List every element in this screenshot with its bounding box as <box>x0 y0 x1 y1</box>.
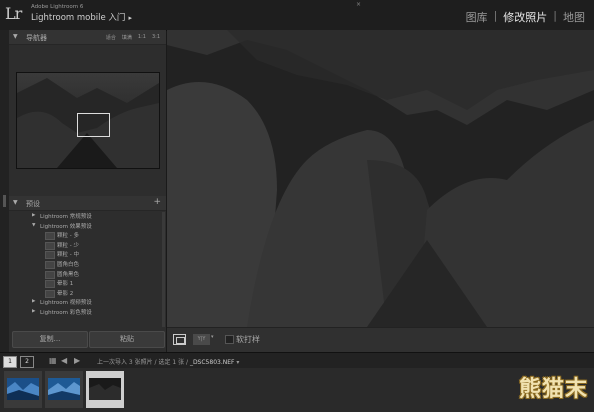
grid-view-icon[interactable]: ▦ <box>49 356 57 365</box>
preset-item[interactable]: 圆角黑色 <box>9 270 166 280</box>
softproof-label: 软打样 <box>236 335 260 344</box>
triangle-right-icon: ▶ <box>32 213 36 218</box>
preset-label: Lightroom 视频预设 <box>40 300 92 307</box>
triangle-right-icon: ▶ <box>32 308 36 314</box>
preset-label: 颗粒 - 中 <box>57 252 79 259</box>
preset-list: ▶ Lightroom 常规预设 ▼ Lightroom 效果预设 颗粒 - 多颗粒 -… <box>9 212 166 318</box>
zoom-fit[interactable]: 适合 <box>106 34 116 41</box>
preset-item[interactable]: 颗粒 - 中 <box>9 250 166 260</box>
navigator-header[interactable]: ▼ 导航器 适合 填满 1:1 3:1 <box>9 30 166 45</box>
filename: _DSC5803.NEF <box>189 359 235 366</box>
preset-label: 晕影 1 <box>57 281 74 288</box>
module-map[interactable]: 地图 <box>558 9 590 25</box>
chevron-down-icon: ▾ <box>236 359 240 366</box>
close-icon[interactable]: × <box>356 1 361 8</box>
collapse-triangle-icon: ▼ <box>13 199 18 206</box>
loupe-view-icon[interactable] <box>173 334 186 345</box>
preset-label: 圆角白色 <box>57 261 80 268</box>
navigator-preview[interactable] <box>16 72 160 169</box>
add-preset-icon[interactable]: + <box>153 197 161 207</box>
preset-icon <box>45 232 55 241</box>
preset-icon <box>45 280 55 289</box>
preset-item[interactable]: 圆角白色 <box>9 260 166 270</box>
filmstrip <box>0 368 594 412</box>
thumbnail-image <box>48 378 80 400</box>
preset-label: 颗粒 - 多 <box>57 233 79 240</box>
preset-scrollbar[interactable] <box>162 212 165 327</box>
presets-header[interactable]: ▼ 预设 + <box>9 196 166 211</box>
preset-icon <box>45 251 55 260</box>
develop-toolbar: Y|Y ▾ 软打样 <box>167 327 594 353</box>
preset-label: 晕影 2 <box>57 290 74 297</box>
preset-icon <box>45 241 55 250</box>
triangle-right-icon: ▶ <box>32 299 36 305</box>
navigator-zoom-box[interactable] <box>77 113 110 137</box>
module-develop[interactable]: 修改照片 <box>498 9 552 25</box>
lightroom-logo: Lr <box>5 4 22 23</box>
panel-toggle-handle[interactable] <box>3 195 6 207</box>
paste-button[interactable]: 粘贴 <box>89 331 165 348</box>
thumbnail-image <box>89 378 121 400</box>
preset-folder[interactable]: ▶ Lightroom 视频预设 <box>9 298 166 308</box>
preset-label: Lightroom 效果预设 <box>40 223 92 230</box>
preset-item[interactable]: 颗粒 - 多 <box>9 231 166 241</box>
preset-icon <box>45 289 55 298</box>
watermark-text: 熊猫末 <box>518 377 588 402</box>
before-after-button[interactable]: Y|Y <box>193 334 210 345</box>
next-arrow-icon[interactable]: ▶ <box>74 356 80 365</box>
preset-item[interactable]: 颗粒 - 少 <box>9 241 166 251</box>
presets-title: 预设 <box>26 200 40 208</box>
app-subtitle: Adobe Lightroom 6 <box>31 4 84 10</box>
photo-loupe-view[interactable] <box>167 30 594 327</box>
preset-icon <box>45 270 55 279</box>
source-info: 上一次导入 3 张照片 / 选定 1 张 / <box>97 359 190 366</box>
chevron-right-icon: ▸ <box>128 14 132 22</box>
preset-icon <box>45 260 55 269</box>
previous-arrow-icon[interactable]: ◀ <box>61 356 67 365</box>
zoom-fill[interactable]: 填满 <box>122 34 132 41</box>
preset-label: Lightroom 常规预设 <box>40 214 92 220</box>
zoom-options: 适合 填满 1:1 3:1 <box>106 34 160 41</box>
zoom-1-1[interactable]: 1:1 <box>138 34 146 41</box>
preset-folder[interactable]: ▶ Lightroom 彩色预设 <box>9 308 166 318</box>
navigator-title: 导航器 <box>26 34 47 42</box>
triangle-down-icon: ▼ <box>32 222 36 228</box>
preset-folder[interactable]: ▶ Lightroom 常规预设 <box>9 212 166 222</box>
preset-item[interactable]: 晕影 1 <box>9 279 166 289</box>
softproof-checkbox[interactable] <box>225 335 234 344</box>
left-panel-edge[interactable] <box>0 30 9 352</box>
chevron-down-icon[interactable]: ▾ <box>211 334 214 340</box>
collapse-triangle-icon: ▼ <box>13 33 18 40</box>
top-bar: Lr Adobe Lightroom 6 Lightroom mobile 入门… <box>0 0 594 31</box>
filmstrip-source-path[interactable]: 上一次导入 3 张照片 / 选定 1 张 / _DSC5803.NEF ▾ <box>97 357 239 366</box>
module-library[interactable]: 图库 <box>461 9 493 25</box>
filmstrip-thumbnail[interactable] <box>45 371 83 408</box>
second-screen-button[interactable]: 2 <box>20 356 34 368</box>
copy-button[interactable]: 复制... <box>12 331 88 348</box>
catalog-name[interactable]: Lightroom mobile 入门 ▸ <box>31 11 132 23</box>
preset-label: 颗粒 - 少 <box>57 242 79 249</box>
filmstrip-thumbnail-selected[interactable] <box>86 371 124 408</box>
zoom-3-1[interactable]: 3:1 <box>152 34 160 41</box>
main-screen-button[interactable]: 1 <box>3 356 17 368</box>
filmstrip-header: 1 2 ▦ ◀ ▶ 上一次导入 3 张照片 / 选定 1 张 / _DSC580… <box>0 352 594 369</box>
preset-item[interactable]: 晕影 2 <box>9 289 166 299</box>
catalog-name-label: Lightroom mobile 入门 <box>31 13 126 23</box>
thumbnail-image <box>7 378 39 400</box>
preset-label: 圆角黑色 <box>57 271 80 278</box>
module-picker: 图库 | 修改照片 | 地图 <box>461 9 590 25</box>
filmstrip-thumbnail[interactable] <box>4 371 42 408</box>
photo-canvas <box>167 30 594 327</box>
preset-label: Lightroom 彩色预设 <box>40 309 92 316</box>
preset-folder[interactable]: ▼ Lightroom 效果预设 <box>9 222 166 232</box>
